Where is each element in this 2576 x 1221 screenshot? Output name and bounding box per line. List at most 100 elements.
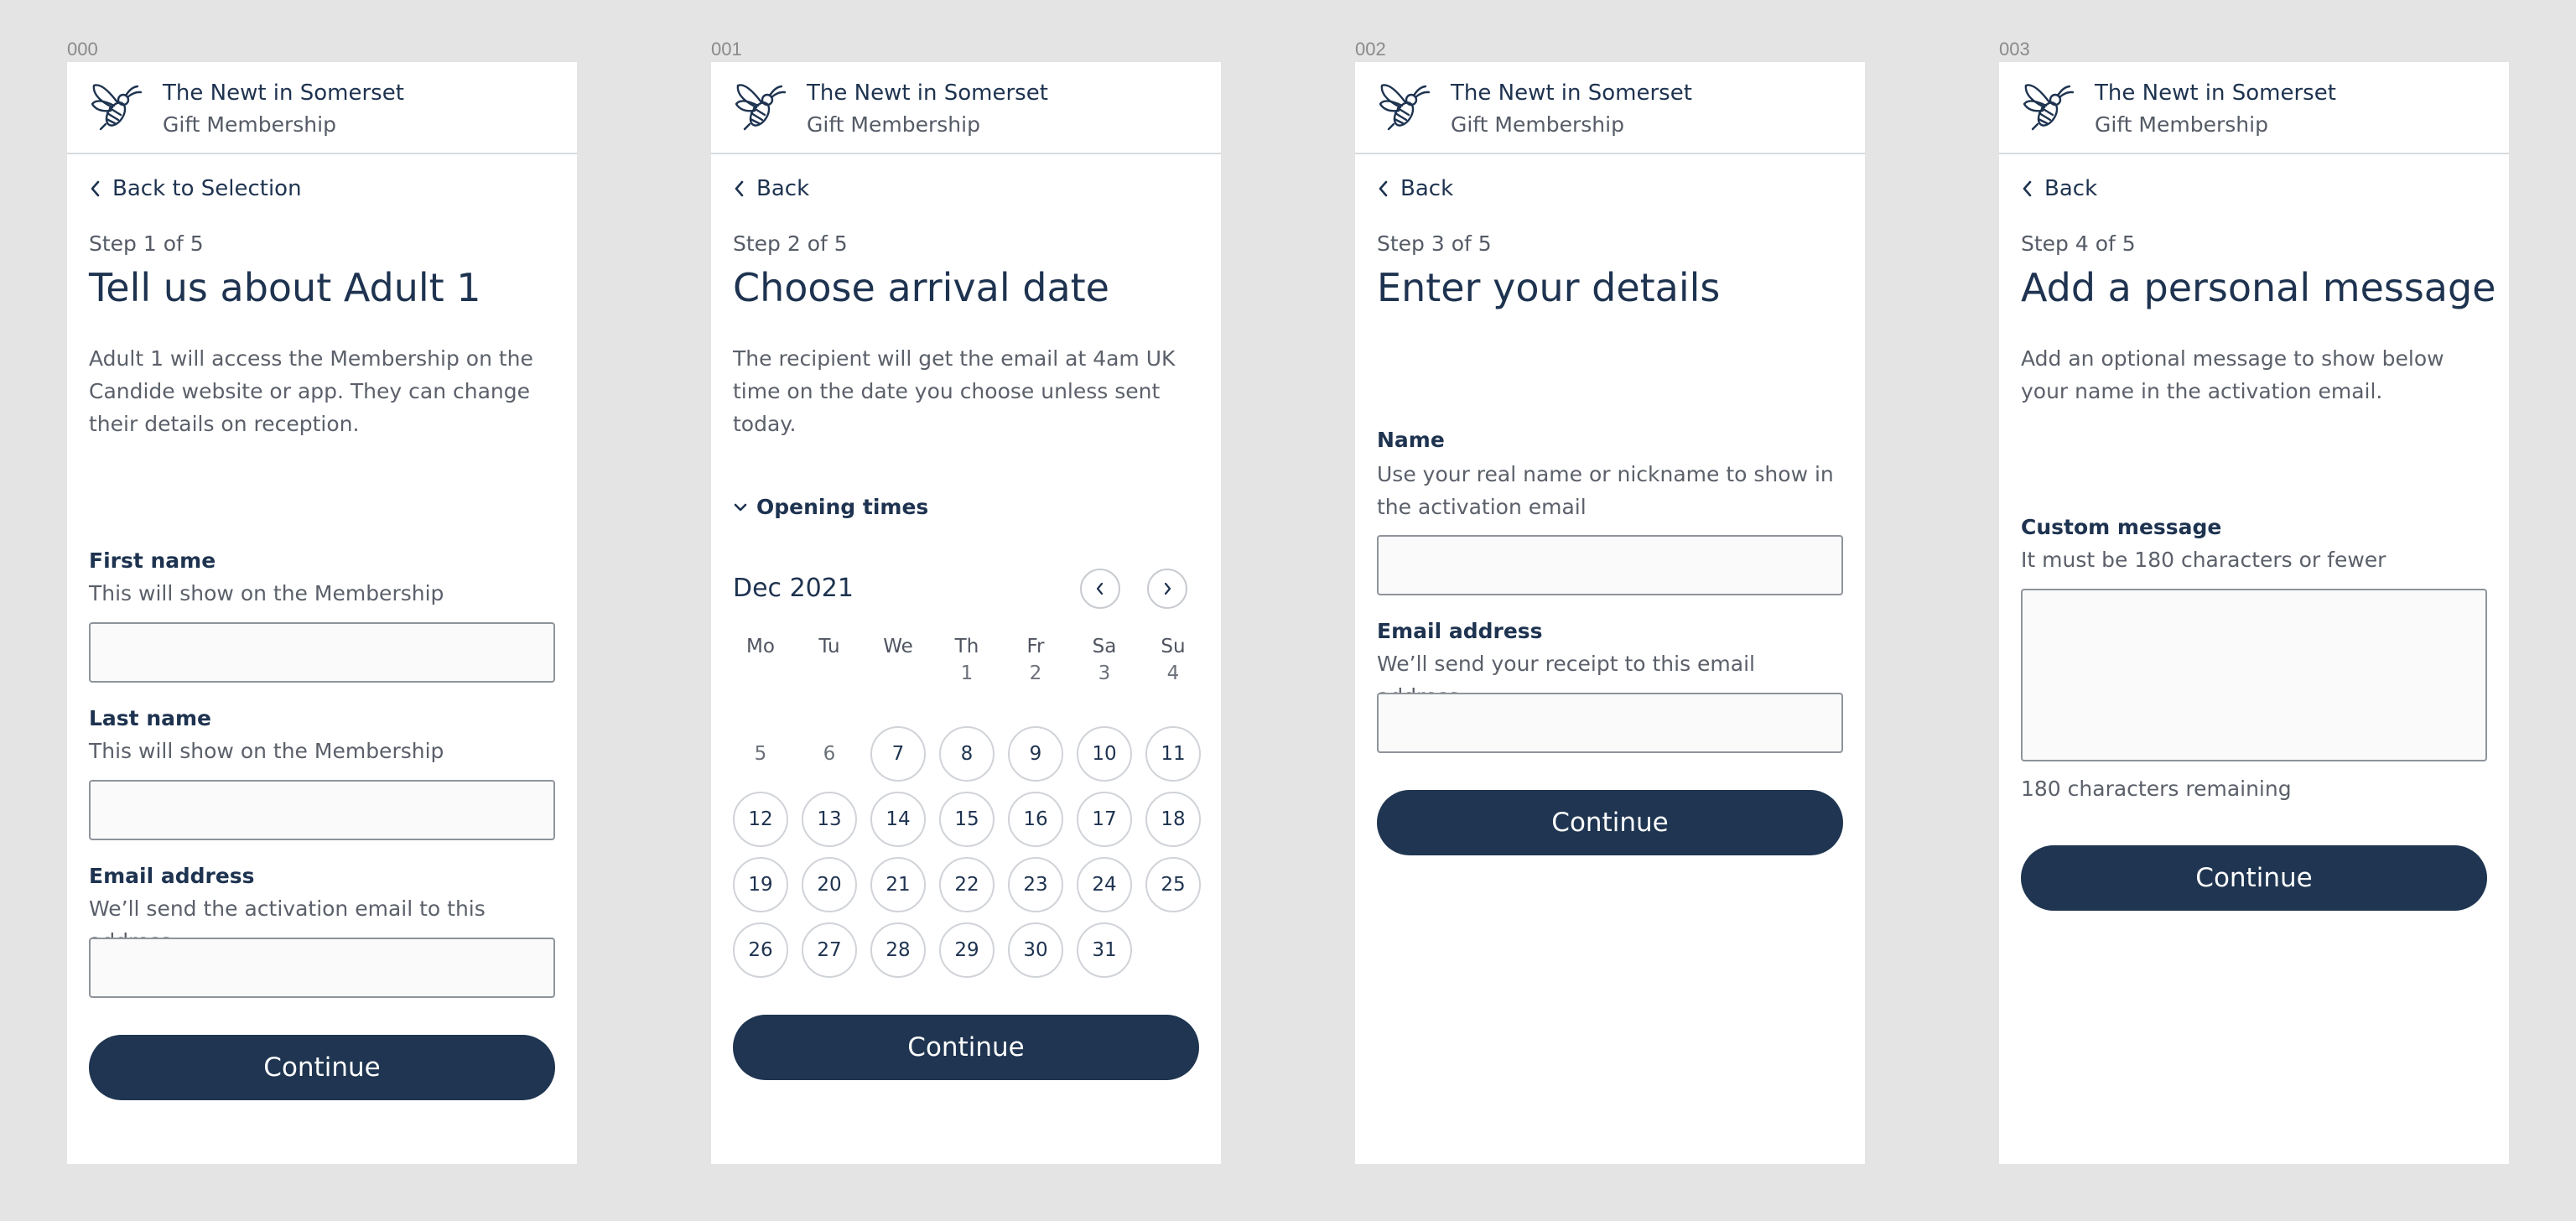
back-link[interactable]: Back [1377, 176, 1453, 201]
custom-message-textarea[interactable] [2021, 589, 2487, 761]
last-name-input[interactable] [89, 780, 555, 840]
calendar-day-button[interactable]: 10 [1077, 726, 1132, 782]
weekday-label: We [883, 636, 913, 657]
calendar-day-unavailable: 5 [754, 743, 767, 765]
calendar-day-button[interactable]: 12 [733, 792, 788, 847]
calendar-day-button[interactable]: 20 [802, 857, 857, 912]
step-indicator: Step 4 of 5 [2021, 231, 2136, 256]
calendar-day-unavailable: 2 [1029, 662, 1042, 684]
page-description: The recipient will get the email at 4am … [733, 346, 1176, 436]
calendar-day-button[interactable]: 21 [870, 857, 926, 912]
back-label: Back [1400, 176, 1454, 201]
page-title: Choose arrival date [733, 265, 1109, 310]
calendar-day-button[interactable]: 23 [1008, 857, 1063, 912]
calendar-day-button[interactable]: 25 [1145, 857, 1201, 912]
custom-message-hint: It must be 180 characters or fewer [2021, 548, 2386, 572]
custom-message-label: Custom message [2021, 515, 2222, 539]
calendar-day-button[interactable]: 30 [1008, 922, 1063, 978]
name-label: Name [1377, 428, 1445, 452]
continue-button[interactable]: Continue [1377, 790, 1843, 855]
chevron-left-icon [91, 180, 100, 197]
chevron-left-icon [735, 180, 744, 197]
weekday-label: Mo [746, 636, 775, 657]
calendar-day-button[interactable]: 13 [802, 792, 857, 847]
frame-label: 000 [67, 39, 98, 60]
calendar-day-button[interactable]: 29 [939, 922, 995, 978]
calendar-day-button[interactable]: 19 [733, 857, 788, 912]
weekday-label: Tu [818, 636, 840, 657]
calendar-day-button[interactable]: 15 [939, 792, 995, 847]
calendar-day-button[interactable]: 7 [870, 726, 926, 782]
screen-personal-message: The Newt in Somerset Gift Membership Bac… [1999, 62, 2509, 1164]
next-month-button[interactable] [1147, 569, 1187, 609]
calendar-day-button[interactable]: 27 [802, 922, 857, 978]
opening-times-label: Opening times [756, 495, 929, 519]
first-name-hint: This will show on the Membership [89, 581, 444, 605]
calendar-day-button[interactable]: 26 [733, 922, 788, 978]
back-label: Back [2044, 176, 2098, 201]
app-header: The Newt in Somerset Gift Membership [1999, 62, 2509, 154]
app-title: The Newt in Somerset [1451, 81, 1692, 106]
app-header: The Newt in Somerset Gift Membership [711, 62, 1221, 154]
first-name-input[interactable] [89, 622, 555, 683]
calendar-day-button[interactable]: 18 [1145, 792, 1201, 847]
name-hint: Use your real name or nickname to show i… [1377, 462, 1834, 519]
step-indicator: Step 3 of 5 [1377, 231, 1492, 256]
continue-button[interactable]: Continue [2021, 845, 2487, 911]
bee-logo-icon [91, 84, 143, 131]
calendar-day-unavailable: 3 [1098, 662, 1111, 684]
last-name-label: Last name [89, 706, 212, 730]
calendar-day-button[interactable]: 9 [1008, 726, 1063, 782]
calendar-day-button[interactable]: 24 [1077, 857, 1132, 912]
calendar-day-button[interactable]: 16 [1008, 792, 1063, 847]
back-label: Back [756, 176, 810, 201]
screen-adult-details: The Newt in Somerset Gift Membership Bac… [67, 62, 577, 1164]
chevron-left-icon [1096, 582, 1104, 595]
chevron-down-icon [734, 503, 747, 511]
page-title: Tell us about Adult 1 [89, 265, 481, 310]
screen-your-details: The Newt in Somerset Gift Membership Bac… [1355, 62, 1865, 1164]
email-label: Email address [89, 864, 255, 888]
step-indicator: Step 1 of 5 [89, 231, 204, 256]
calendar-day-button[interactable]: 31 [1077, 922, 1132, 978]
screen-arrival-date: The Newt in Somerset Gift Membership Bac… [711, 62, 1221, 1164]
email-input[interactable] [89, 938, 555, 998]
calendar-day-unavailable: 6 [823, 743, 836, 765]
page-description: Add an optional message to show below yo… [2021, 346, 2444, 403]
frame-label: 001 [711, 39, 742, 60]
bee-logo-icon [1379, 84, 1431, 131]
calendar-day-unavailable: 1 [960, 662, 974, 684]
opening-times-toggle[interactable]: Opening times [733, 495, 928, 519]
back-link[interactable]: Back [2021, 176, 2097, 201]
calendar-day-button[interactable]: 17 [1077, 792, 1132, 847]
frame-label: 002 [1355, 39, 1386, 60]
continue-button[interactable]: Continue [89, 1035, 555, 1100]
app-title: The Newt in Somerset [807, 81, 1048, 106]
app-subtitle: Gift Membership [2095, 112, 2268, 137]
frame-label: 003 [1999, 39, 2030, 60]
calendar-day-button[interactable]: 22 [939, 857, 995, 912]
calendar-month-label: Dec 2021 [733, 574, 854, 603]
app-subtitle: Gift Membership [163, 112, 336, 137]
back-link[interactable]: Back [733, 176, 809, 201]
back-link[interactable]: Back to Selection [89, 176, 302, 201]
email-label: Email address [1377, 619, 1543, 643]
app-subtitle: Gift Membership [1451, 112, 1624, 137]
continue-button[interactable]: Continue [733, 1015, 1199, 1080]
page-description: Adult 1 will access the Membership on th… [89, 346, 533, 436]
calendar-day-button[interactable]: 28 [870, 922, 926, 978]
app-subtitle: Gift Membership [807, 112, 980, 137]
page-title: Enter your details [1377, 265, 1721, 310]
previous-month-button[interactable] [1080, 569, 1120, 609]
last-name-hint: This will show on the Membership [89, 739, 444, 763]
bee-logo-icon [2023, 84, 2075, 131]
calendar-day-button[interactable]: 8 [939, 726, 995, 782]
step-indicator: Step 2 of 5 [733, 231, 848, 256]
name-input[interactable] [1377, 535, 1843, 595]
calendar-day-button[interactable]: 14 [870, 792, 926, 847]
characters-remaining: 180 characters remaining [2021, 777, 2292, 801]
email-input[interactable] [1377, 693, 1843, 753]
back-label: Back to Selection [112, 176, 302, 201]
bee-logo-icon [735, 84, 787, 131]
calendar-day-button[interactable]: 11 [1145, 726, 1201, 782]
